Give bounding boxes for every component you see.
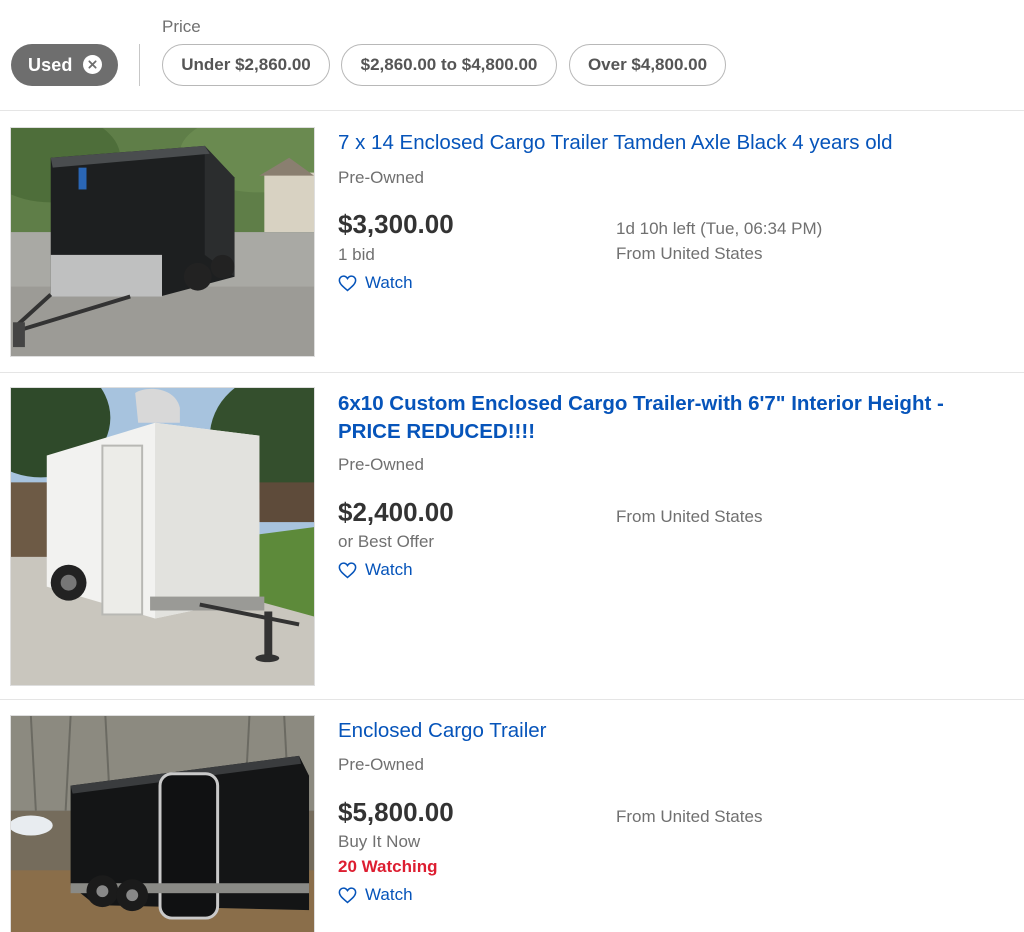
listing-purchase-option: or Best Offer	[338, 532, 435, 551]
listing-condition: Pre-Owned	[338, 168, 424, 187]
listing-condition: Pre-Owned	[338, 455, 424, 474]
price-range-chip[interactable]: $2,860.00 to $4,800.00	[341, 44, 557, 86]
trailer-photo-2	[11, 388, 314, 685]
price-filter-heading: Price	[162, 17, 201, 36]
heart-icon	[338, 561, 357, 578]
listing-title-link[interactable]: 6x10 Custom Enclosed Cargo Trailer-with …	[338, 390, 998, 446]
listing-price: $2,400.00	[338, 497, 454, 527]
listing-location: From United States	[616, 807, 763, 826]
watch-label: Watch	[365, 560, 413, 579]
watch-label: Watch	[365, 273, 413, 292]
used-filter-label: Used	[28, 54, 73, 75]
listing-item: Enclosed Cargo Trailer Pre-Owned $5,800.…	[0, 699, 1024, 932]
listing-condition: Pre-Owned	[338, 755, 424, 774]
heart-icon	[338, 886, 357, 903]
price-over-chip[interactable]: Over $4,800.00	[569, 44, 726, 86]
listing-image[interactable]	[10, 127, 315, 357]
listing-title-link[interactable]: Enclosed Cargo Trailer	[338, 717, 998, 745]
listing-time-left: 1d 10h left (Tue, 06:34 PM)	[616, 219, 823, 238]
listing-image[interactable]	[10, 387, 315, 686]
trailer-photo-3	[11, 716, 314, 932]
listing-image[interactable]	[10, 715, 315, 932]
filter-divider	[139, 44, 140, 86]
listing-title-link[interactable]: 7 x 14 Enclosed Cargo Trailer Tamden Axl…	[338, 129, 998, 157]
listing-location: From United States	[616, 244, 763, 263]
filter-bar: Used Price Under $2,860.00 $2,860.00 to …	[0, 0, 1024, 111]
watch-button[interactable]: Watch	[338, 885, 413, 905]
listing-price: $5,800.00	[338, 797, 454, 827]
used-filter-chip[interactable]: Used	[11, 44, 118, 86]
trailer-photo-1	[11, 128, 314, 356]
listing-price: $3,300.00	[338, 209, 454, 239]
listing-location: From United States	[616, 507, 763, 526]
listing-bid-count: 1 bid	[338, 245, 375, 264]
watching-count: 20 Watching	[338, 857, 438, 876]
listing-item: 7 x 14 Enclosed Cargo Trailer Tamden Axl…	[0, 111, 1024, 373]
close-circle-icon[interactable]	[83, 55, 102, 74]
heart-icon	[338, 274, 357, 291]
watch-button[interactable]: Watch	[338, 560, 413, 580]
watch-button[interactable]: Watch	[338, 273, 413, 293]
listing-item: 6x10 Custom Enclosed Cargo Trailer-with …	[0, 372, 1024, 700]
listing-purchase-option: Buy It Now	[338, 832, 421, 851]
watch-label: Watch	[365, 885, 413, 904]
price-under-chip[interactable]: Under $2,860.00	[162, 44, 330, 86]
